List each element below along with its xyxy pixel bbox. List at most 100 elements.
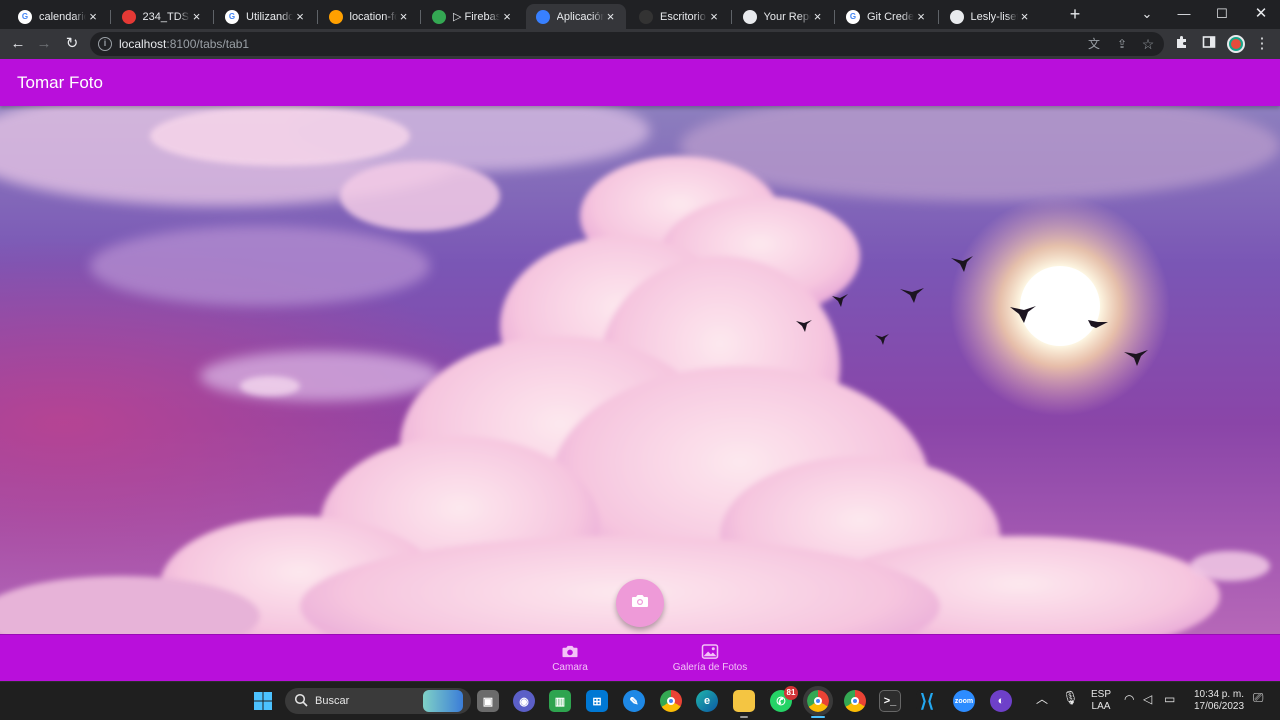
clock-date: 17/06/2023 <box>1193 701 1245 712</box>
file-explorer-icon[interactable] <box>733 690 755 718</box>
zoom-icon[interactable]: zoom <box>953 690 975 712</box>
site-info-icon[interactable]: i <box>98 37 112 51</box>
tab-separator <box>420 10 421 24</box>
task-view-icon[interactable]: ▣ <box>477 690 499 712</box>
tab-separator <box>316 10 318 24</box>
tab-title: Utilizando l <box>246 10 293 23</box>
tab-title: Aplicación I <box>556 10 604 23</box>
microsoft-store-icon[interactable]: ⊞ <box>586 690 608 712</box>
browser-tab[interactable]: location-fot× <box>319 4 419 29</box>
wifi-icon[interactable]: ◠ <box>1124 693 1134 705</box>
chrome-profile-icon[interactable] <box>844 690 866 712</box>
url-text[interactable]: localhost:8100/tabs/tab1 <box>119 37 249 51</box>
tab-camara[interactable]: Camara <box>510 644 630 673</box>
browser-tab[interactable]: ▷ Firebase× <box>422 4 522 29</box>
clock[interactable]: 10:34 p. m. 17/06/2023 <box>1186 689 1252 713</box>
tab-galeria[interactable]: Galería de Fotos <box>650 644 770 673</box>
terminal-icon[interactable]: >_ <box>879 690 901 712</box>
browser-tab[interactable]: G Utilizando l× <box>215 4 315 29</box>
teams-chat-icon[interactable]: ◉ <box>513 690 535 712</box>
vscode-icon[interactable]: ⟩⟨ <box>916 690 938 712</box>
translate-icon[interactable]: 文 <box>1086 36 1102 52</box>
minimize-button[interactable]: — <box>1169 4 1199 24</box>
address-bar[interactable]: i localhost:8100/tabs/tab1 文 ⇪ ☆ <box>90 32 1164 56</box>
extensions-icon[interactable] <box>1173 35 1191 53</box>
side-panel-icon[interactable] <box>1200 35 1218 53</box>
maximize-button[interactable]: ☐ <box>1207 4 1237 24</box>
browser-tab[interactable]: Your Reposi× <box>733 4 833 29</box>
microphone-icon[interactable]: 🎙 <box>1062 691 1079 704</box>
close-tab-icon[interactable]: × <box>707 9 721 24</box>
browser-toolbar: ← → ↻ i localhost:8100/tabs/tab1 文 ⇪ ☆ ⋮ <box>0 29 1280 59</box>
tab-title: 234_TDSD5 <box>142 10 190 23</box>
google-icon: G <box>18 9 32 24</box>
chrome-active-icon[interactable] <box>803 686 833 718</box>
search-icon <box>294 693 308 707</box>
widgets-icon[interactable]: ▥ <box>549 690 571 712</box>
browser-tab[interactable]: Gcalendario p× <box>8 4 108 29</box>
whatsapp-icon[interactable]: ✆ 81 <box>770 686 798 712</box>
search-highlight-icon <box>423 690 463 712</box>
browser-tab[interactable]: G Git Credent× <box>836 4 936 29</box>
close-window-button[interactable]: ✕ <box>1246 4 1276 24</box>
chrome-icon[interactable] <box>660 690 682 712</box>
tab-label: Camara <box>552 662 588 673</box>
close-tab-icon[interactable]: × <box>86 9 100 24</box>
firebase-icon <box>328 9 343 24</box>
camera-icon <box>631 593 649 614</box>
volume-icon[interactable]: ◁ <box>1143 693 1152 705</box>
forward-button[interactable]: → <box>34 34 54 54</box>
edge-icon[interactable]: e <box>696 690 718 712</box>
close-tab-icon[interactable]: × <box>397 9 411 24</box>
google-icon: G <box>846 9 860 24</box>
back-button[interactable]: ← <box>8 34 28 54</box>
profile-avatar[interactable] <box>1227 35 1245 53</box>
browser-tab[interactable]: Lesly-liseth× <box>940 4 1040 29</box>
close-tab-icon[interactable]: × <box>500 9 514 24</box>
close-tab-icon[interactable]: × <box>811 9 825 24</box>
take-photo-fab[interactable] <box>616 579 664 627</box>
tab-title: Your Reposi <box>763 10 811 23</box>
search-placeholder: Buscar <box>315 695 350 707</box>
github-icon <box>639 9 653 24</box>
reload-button[interactable]: ↻ <box>62 34 82 54</box>
show-hidden-icons[interactable]: ︿ <box>1036 693 1048 705</box>
bookmark-star-icon[interactable]: ☆ <box>1140 36 1156 52</box>
share-icon[interactable]: ⇪ <box>1114 36 1130 52</box>
new-tab-button[interactable]: + <box>1066 5 1084 23</box>
taskbar-search[interactable]: Buscar <box>285 688 471 714</box>
notifications-icon[interactable]: ⎚ <box>1253 691 1263 704</box>
page-title: Tomar Foto <box>17 73 103 92</box>
clock-time: 10:34 p. m. <box>1193 689 1245 700</box>
close-tab-icon[interactable]: × <box>190 9 204 24</box>
tab-separator <box>834 10 835 24</box>
browser-tab[interactable]: 234_TDSD5× <box>112 4 212 29</box>
tab-title: Git Credent <box>867 10 914 23</box>
tab-title: location-fot <box>349 10 397 23</box>
browser-tab[interactable]: Aplicación I× <box>525 4 626 29</box>
url-host: localhost <box>119 37 167 51</box>
close-tab-icon[interactable]: × <box>604 9 618 24</box>
tab-title: Lesly-liseth <box>970 10 1018 23</box>
chrome-menu-icon[interactable]: ⋮ <box>1253 35 1271 53</box>
close-tab-icon[interactable]: × <box>914 9 928 24</box>
adobe-icon <box>121 9 136 24</box>
github-desktop-icon[interactable]: ◐ <box>990 690 1012 712</box>
github-icon <box>742 9 757 24</box>
tab-search-icon[interactable]: ⌄ <box>1132 4 1162 24</box>
battery-icon[interactable]: ▭ <box>1164 693 1175 705</box>
whatsapp-badge: 81 <box>784 686 798 700</box>
close-tab-icon[interactable]: × <box>1018 9 1032 24</box>
language-indicator[interactable]: ESP LAA <box>1088 689 1114 713</box>
app-header: Tomar Foto <box>0 59 1280 106</box>
app-icon[interactable]: ✎ <box>623 690 645 712</box>
url-path: :8100/tabs/tab1 <box>166 37 250 51</box>
bottom-tab-bar: Camara Galería de Fotos <box>0 634 1280 681</box>
ionic-app: Tomar Foto Camara Galería de Fotos <box>0 59 1280 681</box>
windows-taskbar: Buscar ▣ ◉ ▥ ⊞ ✎ e ✆ 81 >_ ⟩⟨ zoom ◐ ︿ 🎙 … <box>0 681 1280 720</box>
browser-tab[interactable]: Escritorio d× <box>629 4 729 29</box>
github-icon <box>949 9 964 24</box>
windows-start-icon[interactable] <box>252 690 274 712</box>
code-icon <box>432 9 446 24</box>
close-tab-icon[interactable]: × <box>293 9 307 24</box>
